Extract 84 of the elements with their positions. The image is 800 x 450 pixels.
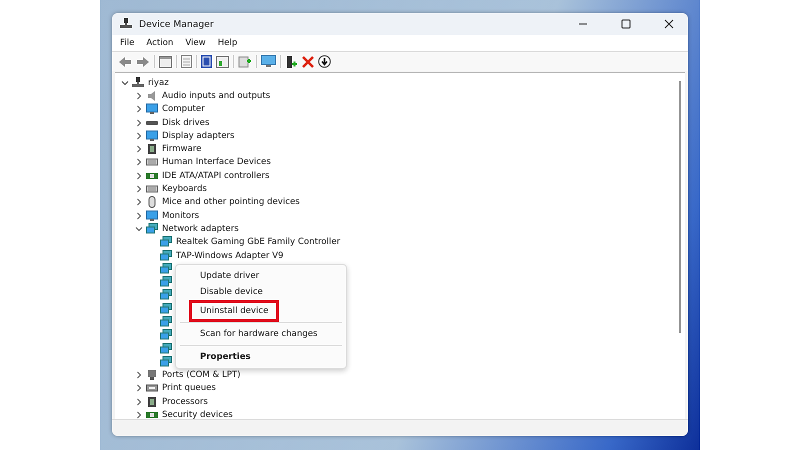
scrollbar[interactable]	[679, 81, 681, 333]
tree-item[interactable]: riyaz	[148, 78, 169, 88]
network-adapter-icon	[160, 329, 172, 342]
forward-arrow-icon[interactable]	[136, 56, 150, 68]
network-adapter-icon	[160, 289, 172, 302]
network-adapter-icon	[160, 316, 172, 328]
download-circle-icon[interactable]	[318, 55, 331, 68]
network-adapter-icon	[160, 302, 172, 315]
panel-window-icon[interactable]	[216, 56, 229, 68]
tree-item[interactable]: Disk drives	[162, 118, 210, 128]
scan-hardware-icon[interactable]	[238, 55, 252, 68]
tree-item[interactable]: Keyboards	[162, 184, 207, 194]
context-menu-item[interactable]: Properties	[180, 349, 342, 365]
keyboard-icon	[146, 183, 158, 196]
tree-item[interactable]: Audio inputs and outputs	[162, 90, 270, 101]
expand-chevron-icon[interactable]	[135, 92, 143, 100]
menu-item[interactable]: File	[120, 38, 134, 48]
expand-chevron-icon[interactable]	[135, 158, 143, 166]
back-arrow-icon[interactable]	[118, 56, 132, 68]
document-icon[interactable]	[181, 55, 192, 68]
speaker-icon	[146, 90, 158, 102]
expand-chevron-icon[interactable]	[135, 118, 143, 127]
tree-item[interactable]: Firmware	[162, 144, 202, 154]
monitor-icon[interactable]	[261, 55, 276, 68]
tree-item[interactable]: IDE ATA/ATAPI controllers	[162, 170, 270, 181]
port-icon	[146, 369, 158, 382]
help-book-icon[interactable]	[201, 55, 212, 68]
disk-drive-icon	[146, 120, 158, 125]
printer-icon	[146, 382, 158, 394]
expand-chevron-icon[interactable]	[135, 212, 143, 220]
expand-chevron-icon[interactable]	[135, 132, 143, 140]
menu-item[interactable]: Help	[218, 38, 238, 48]
window-title: Device Manager	[139, 18, 214, 30]
context-menu-item[interactable]: Uninstall device	[192, 303, 276, 319]
collapse-chevron-icon[interactable]	[121, 78, 129, 87]
network-computer-icon	[119, 17, 133, 31]
network-computer-icon	[132, 76, 144, 89]
network-adapter-icon	[160, 236, 172, 248]
controller-card-icon	[146, 409, 158, 419]
tree-item[interactable]: Processors	[162, 396, 208, 407]
network-adapter-icon	[160, 276, 172, 288]
context-menu-item[interactable]: Disable device	[180, 284, 342, 300]
keyboard-icon	[146, 156, 158, 168]
add-driver-icon[interactable]	[285, 54, 298, 68]
mouse-icon	[146, 196, 158, 208]
tree-item[interactable]: Realtek Gaming GbE Family Controller	[176, 237, 340, 248]
chip-icon	[146, 396, 158, 408]
expand-chevron-icon[interactable]	[135, 411, 143, 419]
expand-chevron-icon[interactable]	[135, 198, 143, 206]
monitor-icon	[146, 210, 158, 222]
menu-item[interactable]: Action	[146, 38, 174, 48]
tree-item[interactable]: Ports (COM & LPT)	[162, 370, 241, 380]
tree-item[interactable]: Mice and other pointing devices	[162, 197, 300, 208]
collapse-chevron-icon[interactable]	[135, 224, 143, 233]
context-menu-item[interactable]: Update driver	[180, 268, 342, 284]
tree-item[interactable]: Monitors	[162, 210, 200, 221]
expand-chevron-icon[interactable]	[135, 384, 143, 392]
delete-icon[interactable]	[302, 56, 314, 68]
network-adapter-icon	[160, 250, 172, 262]
chip-icon	[146, 143, 158, 156]
tree-item[interactable]: Security devices	[162, 410, 233, 419]
maximize-icon[interactable]	[621, 19, 631, 29]
expand-chevron-icon[interactable]	[135, 398, 143, 406]
network-adapter-icon	[160, 356, 172, 368]
expand-chevron-icon[interactable]	[135, 172, 143, 180]
context-menu-item[interactable]: Scan for hardware changes	[180, 326, 342, 342]
properties-window-icon[interactable]	[159, 56, 172, 68]
expand-chevron-icon[interactable]	[135, 145, 143, 154]
network-adapter-icon	[160, 262, 172, 275]
network-adapter-icon	[146, 222, 158, 235]
tree-item[interactable]: Human Interface Devices	[162, 157, 271, 168]
expand-chevron-icon[interactable]	[135, 105, 143, 114]
expand-chevron-icon[interactable]	[135, 185, 143, 194]
menu-item[interactable]: View	[185, 38, 206, 48]
monitor-icon	[146, 130, 158, 142]
tree-item[interactable]: Print queues	[162, 383, 216, 394]
tree-item[interactable]: Display adapters	[162, 130, 235, 141]
tree-item[interactable]: Computer	[162, 104, 205, 114]
tree-item[interactable]: Network adapters	[162, 224, 239, 234]
network-adapter-icon	[160, 342, 172, 355]
expand-chevron-icon[interactable]	[135, 371, 143, 380]
tree-item[interactable]: TAP-Windows Adapter V9	[176, 250, 284, 260]
monitor-icon	[146, 103, 158, 116]
close-icon[interactable]	[664, 19, 674, 29]
